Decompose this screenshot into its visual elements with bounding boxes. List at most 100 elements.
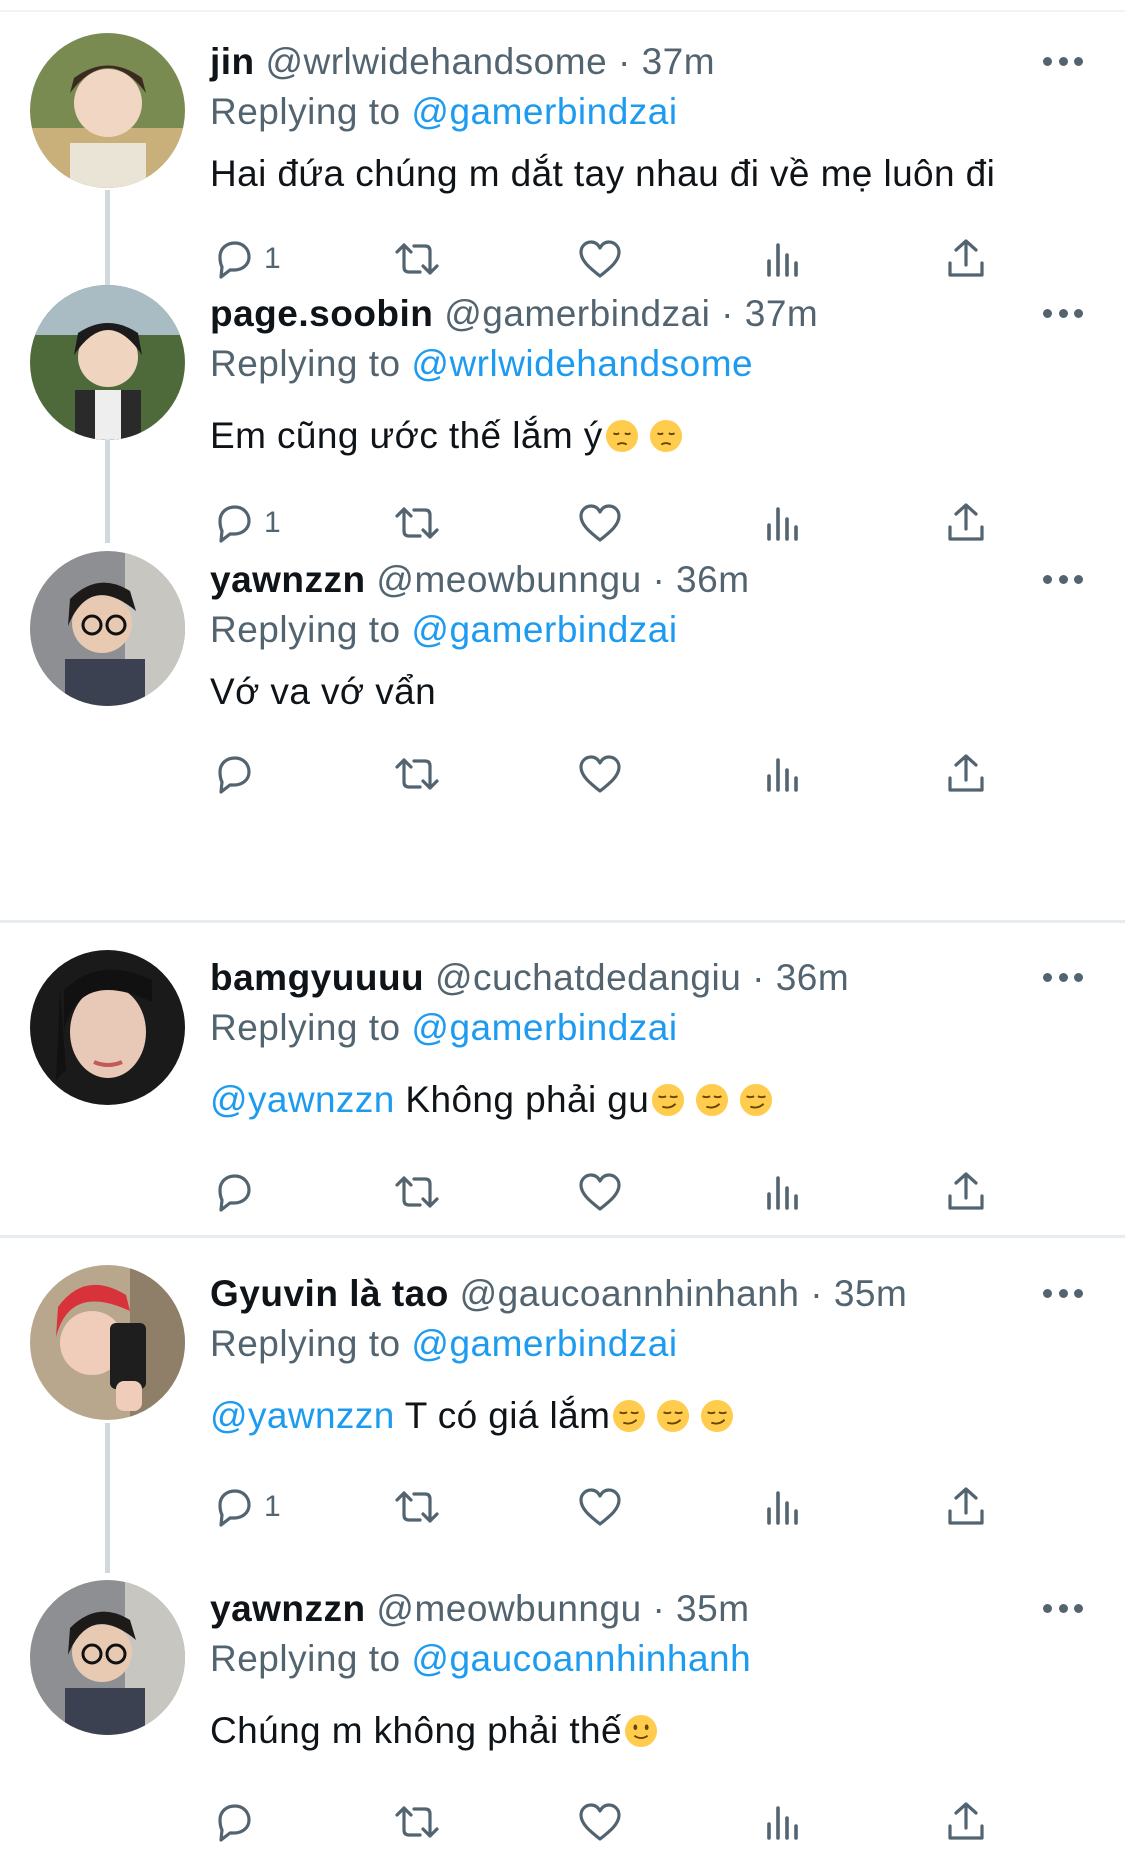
- tweet[interactable]: yawnzzn @meowbunngu · 35m Replying to @g…: [0, 1560, 1125, 1865]
- like-icon: [579, 755, 621, 793]
- more-icon[interactable]: [1043, 51, 1083, 71]
- replying-to-mention[interactable]: @gaucoannhinhanh: [411, 1638, 751, 1679]
- timestamp[interactable]: 36m: [676, 559, 749, 600]
- like-icon: [579, 1803, 621, 1841]
- user-handle[interactable]: @gaucoannhinhanh: [460, 1273, 800, 1314]
- user-handle[interactable]: @meowbunngu: [376, 1588, 641, 1629]
- user-handle[interactable]: @wrlwidehandsome: [265, 41, 607, 82]
- more-icon[interactable]: [1043, 1598, 1083, 1618]
- replying-to-mention[interactable]: @wrlwidehandsome: [411, 343, 753, 384]
- like-button[interactable]: [576, 748, 624, 800]
- tweet-header: yawnzzn @meowbunngu · 35m: [210, 1587, 750, 1631]
- timestamp[interactable]: 35m: [834, 1273, 907, 1314]
- retweet-button[interactable]: [393, 1166, 441, 1218]
- tweet-text: @yawnzzn Không phải gu: [210, 1078, 773, 1122]
- replying-to: Replying to @gamerbindzai: [210, 90, 678, 134]
- avatar[interactable]: [30, 1580, 185, 1735]
- replying-to-mention[interactable]: @gamerbindzai: [411, 609, 677, 650]
- tweet[interactable]: page.soobin @gamerbindzai · 37m Replying…: [0, 270, 1125, 543]
- timestamp[interactable]: 37m: [642, 41, 715, 82]
- share-icon: [948, 1172, 984, 1210]
- views-icon: [767, 1176, 798, 1210]
- retweet-button[interactable]: [393, 748, 441, 800]
- tweet[interactable]: Gyuvin là tao @gaucoannhinhanh · 35m Rep…: [0, 1238, 1125, 1581]
- reply-icon: [218, 1174, 251, 1212]
- more-icon[interactable]: [1043, 569, 1083, 589]
- smirking-face-emoji: [613, 1399, 646, 1433]
- tweet[interactable]: jin @wrlwidehandsome · 37m Replying to @…: [0, 0, 1125, 330]
- tweet-body: Vớ va vớ vẩn: [210, 671, 437, 712]
- body-mention[interactable]: @yawnzzn: [210, 1395, 395, 1436]
- reply-count: 1: [264, 1490, 281, 1523]
- tweet-header: Gyuvin là tao @gaucoannhinhanh · 35m: [210, 1272, 907, 1316]
- thread-connector: [105, 1423, 110, 1573]
- avatar[interactable]: [30, 33, 185, 188]
- display-name[interactable]: yawnzzn: [210, 559, 366, 600]
- share-icon: [948, 1802, 984, 1840]
- separator-dot: ·: [810, 1273, 824, 1314]
- tweet-header: yawnzzn @meowbunngu · 36m: [210, 558, 750, 602]
- tweet-text: Vớ va vớ vẩn: [210, 670, 436, 714]
- views-button[interactable]: [759, 1481, 807, 1533]
- share-icon: [948, 754, 984, 792]
- like-icon: [579, 1173, 621, 1211]
- display-name[interactable]: bamgyuuuu: [210, 957, 424, 998]
- retweet-icon: [395, 1806, 439, 1838]
- replying-to-label: Replying to: [210, 1007, 401, 1048]
- avatar[interactable]: [30, 285, 185, 440]
- reply-button[interactable]: [210, 748, 258, 800]
- views-button[interactable]: [759, 748, 807, 800]
- timestamp[interactable]: 35m: [676, 1588, 749, 1629]
- display-name[interactable]: jin: [210, 41, 255, 82]
- tweet-text: Hai đứa chúng m dắt tay nhau đi về mẹ lu…: [210, 152, 995, 196]
- body-mention[interactable]: @yawnzzn: [210, 1079, 395, 1120]
- avatar[interactable]: [30, 551, 185, 706]
- more-icon[interactable]: [1043, 303, 1083, 323]
- replying-to-mention[interactable]: @gamerbindzai: [411, 1007, 677, 1048]
- reply-button[interactable]: 1: [210, 1481, 281, 1533]
- timestamp[interactable]: 37m: [745, 293, 818, 334]
- tweet[interactable]: bamgyuuuu @cuchatdedangiu · 36m Replying…: [0, 923, 1125, 1238]
- retweet-icon: [395, 758, 439, 790]
- like-icon: [579, 1488, 621, 1526]
- tweet-body: Em cũng ước thế lắm ý: [210, 415, 603, 456]
- timestamp[interactable]: 36m: [776, 957, 849, 998]
- display-name[interactable]: page.soobin: [210, 293, 433, 334]
- retweet-button[interactable]: [393, 1481, 441, 1533]
- views-button[interactable]: [759, 1796, 807, 1848]
- share-button[interactable]: [942, 748, 990, 800]
- replying-to-mention[interactable]: @gamerbindzai: [411, 1323, 677, 1364]
- action-bar: [210, 748, 1010, 800]
- share-button[interactable]: [942, 1481, 990, 1533]
- avatar[interactable]: [30, 1265, 185, 1420]
- action-bar: [210, 1166, 1010, 1218]
- more-icon[interactable]: [1043, 1283, 1083, 1303]
- share-button[interactable]: [942, 1796, 990, 1848]
- user-handle[interactable]: @meowbunngu: [376, 559, 641, 600]
- smirking-face-emoji: [740, 1083, 773, 1117]
- reply-icon: [218, 1489, 251, 1527]
- reply-button[interactable]: [210, 1796, 258, 1848]
- like-button[interactable]: [576, 1481, 624, 1533]
- share-button[interactable]: [942, 1166, 990, 1218]
- separator-dot: ·: [652, 1588, 666, 1629]
- display-name[interactable]: yawnzzn: [210, 1588, 366, 1629]
- replying-to-label: Replying to: [210, 609, 401, 650]
- replying-to-label: Replying to: [210, 91, 401, 132]
- avatar[interactable]: [30, 950, 185, 1105]
- user-handle[interactable]: @gamerbindzai: [444, 293, 710, 334]
- views-icon: [767, 758, 798, 792]
- like-button[interactable]: [576, 1796, 624, 1848]
- retweet-button[interactable]: [393, 1796, 441, 1848]
- display-name[interactable]: Gyuvin là tao: [210, 1273, 449, 1314]
- separator-dot: ·: [617, 41, 631, 82]
- retweet-icon: [395, 1491, 439, 1523]
- more-icon[interactable]: [1043, 967, 1083, 987]
- reply-button[interactable]: [210, 1166, 258, 1218]
- replying-to-mention[interactable]: @gamerbindzai: [411, 91, 677, 132]
- like-button[interactable]: [576, 1166, 624, 1218]
- user-handle[interactable]: @cuchatdedangiu: [435, 957, 741, 998]
- separator-dot: ·: [752, 957, 765, 998]
- views-button[interactable]: [759, 1166, 807, 1218]
- tweet[interactable]: yawnzzn @meowbunngu · 36m Replying to @g…: [0, 533, 1125, 923]
